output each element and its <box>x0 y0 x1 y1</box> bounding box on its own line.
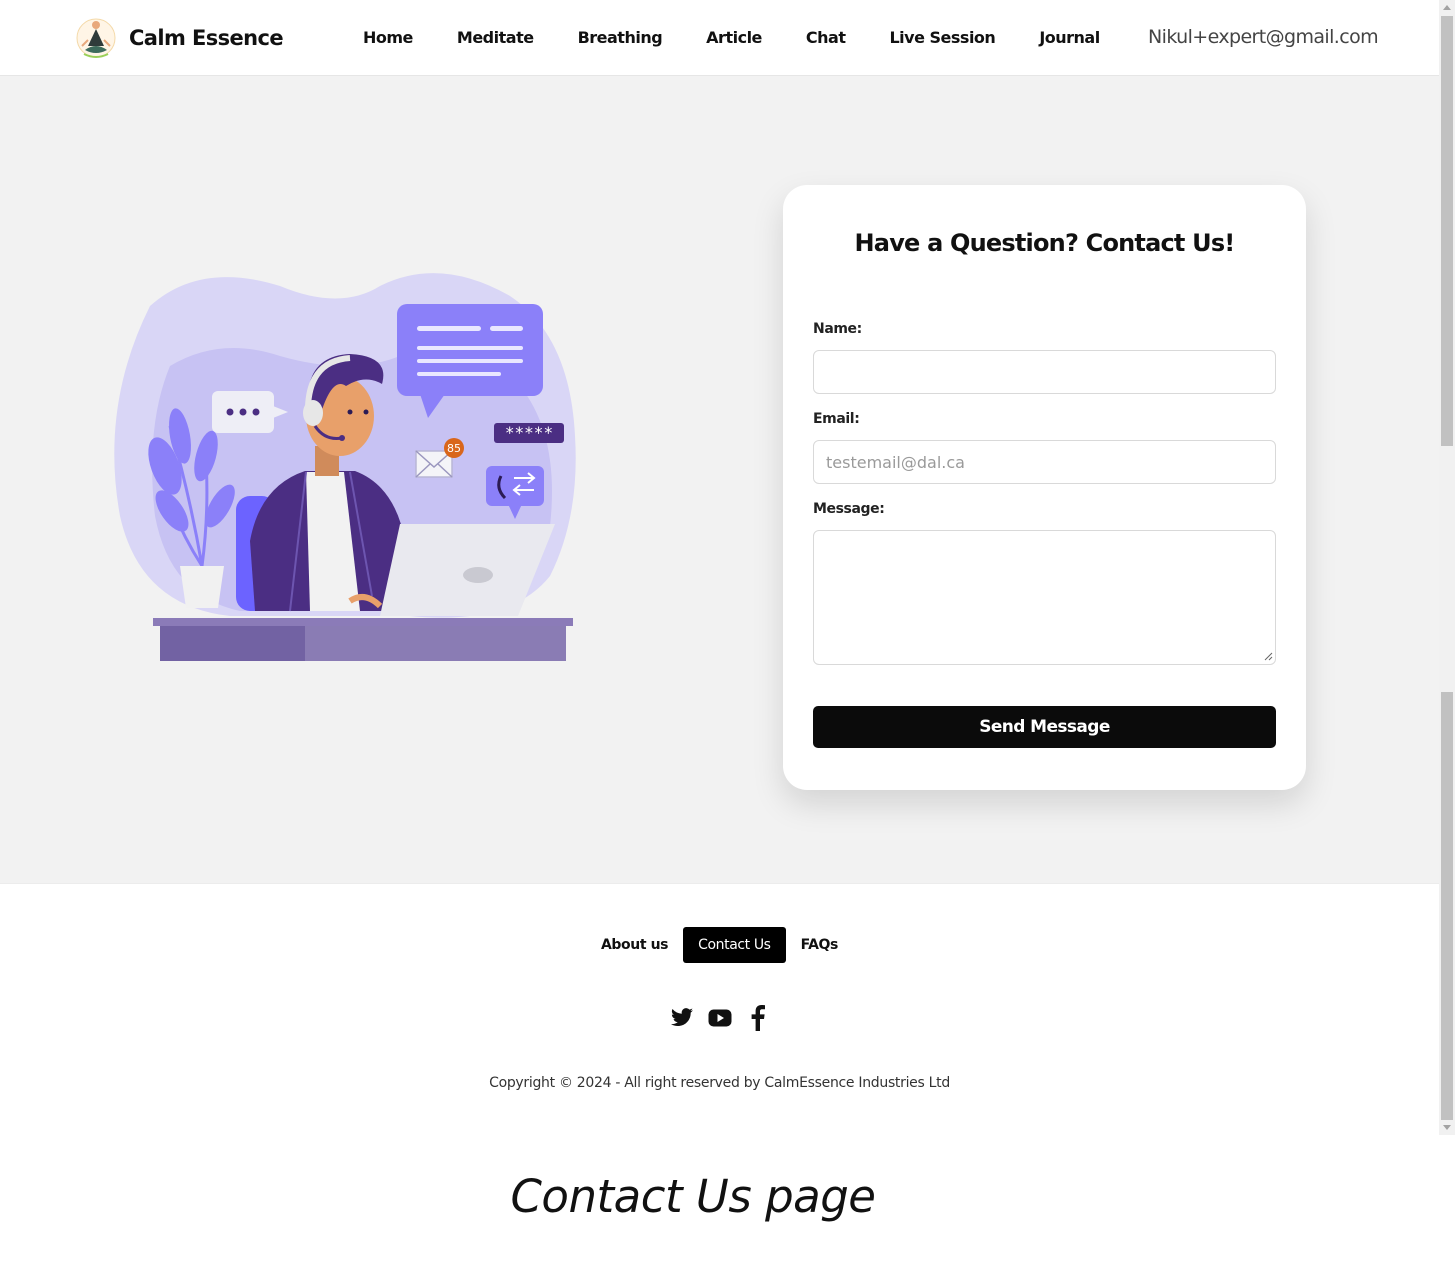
main-nav: Home Meditate Breathing Article Chat Liv… <box>363 28 1144 47</box>
footer-link-about-us[interactable]: About us <box>586 927 683 963</box>
brand-name: Calm Essence <box>129 26 284 50</box>
email-input[interactable] <box>813 440 1276 484</box>
customer-support-illustration: ***** 85 <box>114 273 576 661</box>
user-email[interactable]: Nikul+expert@gmail.com <box>1148 26 1379 48</box>
send-message-button[interactable]: Send Message <box>813 706 1276 748</box>
top-navbar: Calm Essence Home Meditate Breathing Art… <box>0 0 1439 76</box>
footer-links: About us Contact Us FAQs <box>0 927 1439 963</box>
nav-home[interactable]: Home <box>363 28 413 47</box>
brand[interactable]: Calm Essence <box>76 16 284 60</box>
scrollbar-thumb[interactable] <box>1441 692 1453 1120</box>
scroll-up-icon[interactable] <box>1443 5 1451 10</box>
nav-chat[interactable]: Chat <box>806 28 846 47</box>
message-textarea[interactable] <box>813 530 1276 665</box>
name-label: Name: <box>813 321 862 337</box>
scrollbar-thumb[interactable] <box>1441 16 1453 446</box>
footer: About us Contact Us FAQs Copyright © 202… <box>0 883 1439 1135</box>
copyright-text: Copyright © 2024 - All right reserved by… <box>489 1075 950 1091</box>
footer-link-contact-us[interactable]: Contact Us <box>683 927 786 963</box>
facebook-icon[interactable] <box>745 1004 771 1032</box>
resize-handle-icon[interactable] <box>1264 652 1273 661</box>
twitter-icon[interactable] <box>669 1004 695 1032</box>
nav-meditate[interactable]: Meditate <box>457 28 534 47</box>
contact-form-title: Have a Question? Contact Us! <box>854 229 1236 257</box>
vertical-scrollbar[interactable] <box>1439 0 1455 1135</box>
notification-badge: 85 <box>447 442 461 455</box>
social-links <box>0 1004 1439 1032</box>
nav-breathing[interactable]: Breathing <box>578 28 663 47</box>
footer-link-faqs[interactable]: FAQs <box>786 927 853 963</box>
meditation-logo-icon <box>76 18 116 58</box>
name-input[interactable] <box>813 350 1276 394</box>
page-caption: Contact Us page <box>510 1170 876 1223</box>
youtube-icon[interactable] <box>707 1004 733 1032</box>
contact-form-card: Have a Question? Contact Us! Name: Email… <box>783 185 1306 790</box>
scroll-down-icon[interactable] <box>1443 1125 1451 1130</box>
browser-window: Calm Essence Home Meditate Breathing Art… <box>0 0 1455 1135</box>
password-mask-text: ***** <box>505 423 553 442</box>
nav-live-session[interactable]: Live Session <box>889 28 995 47</box>
nav-article[interactable]: Article <box>706 28 762 47</box>
message-label: Message: <box>813 501 885 517</box>
nav-journal[interactable]: Journal <box>1039 28 1100 47</box>
contact-section: ***** 85 Have a Question? Contact Us! Na… <box>0 76 1439 883</box>
email-label: Email: <box>813 411 860 427</box>
